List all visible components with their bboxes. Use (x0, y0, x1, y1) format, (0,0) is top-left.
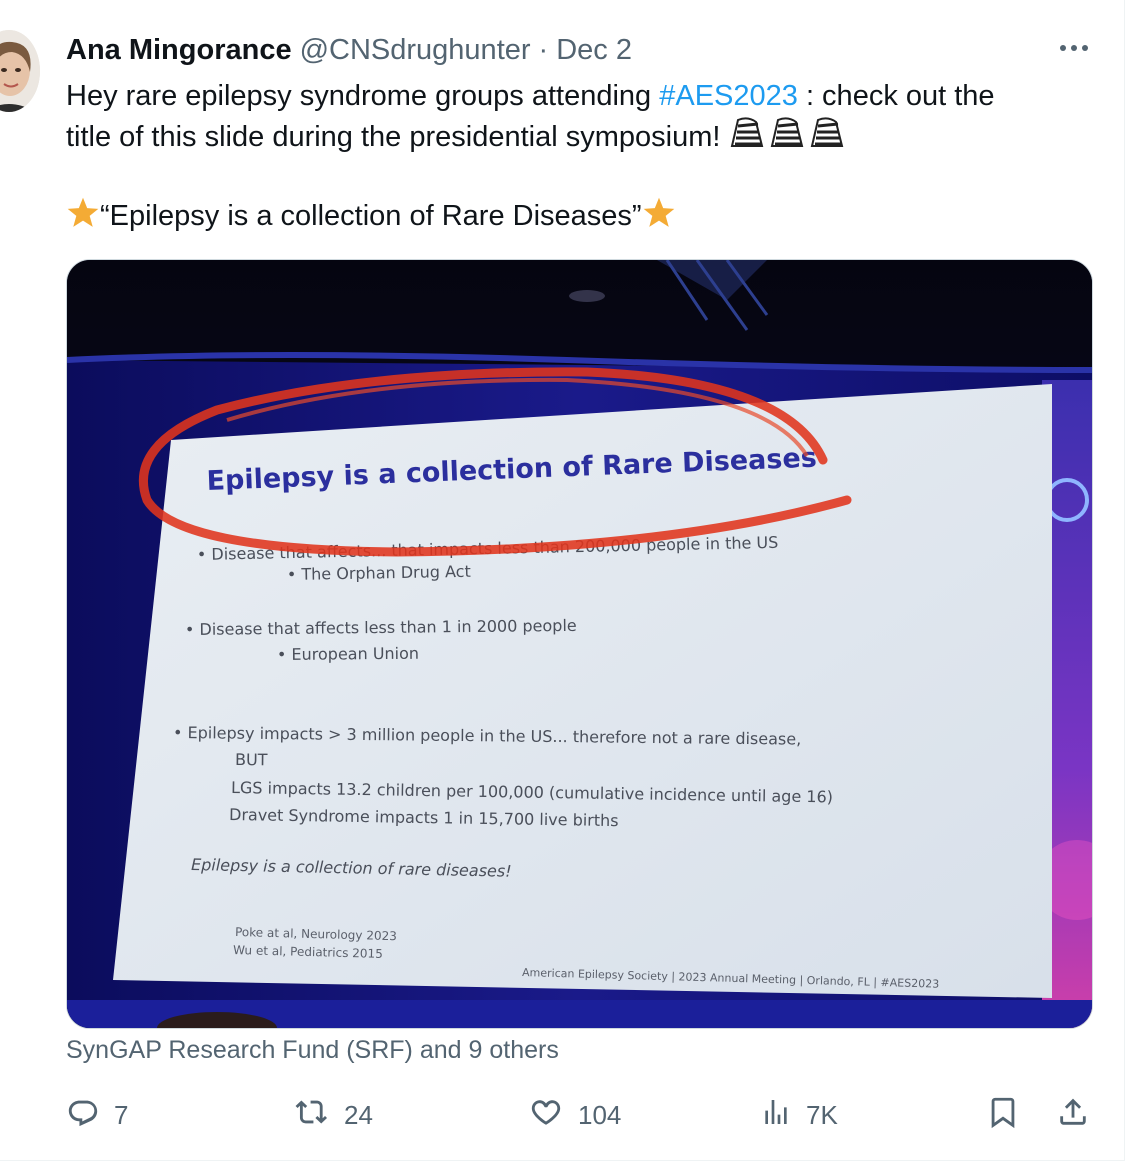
zebra-emoji (728, 116, 846, 161)
share-button[interactable] (1056, 1090, 1090, 1140)
more-icon[interactable] (1052, 32, 1096, 64)
tweet-text: Hey rare epilepsy syndrome groups attend… (66, 76, 1076, 236)
slide-but: BUT (235, 750, 268, 769)
tweet-header: Ana Mingorance @CNSdrughunter · Dec 2 (66, 30, 632, 70)
header-separator: · (538, 33, 549, 66)
repost-icon (294, 1095, 330, 1136)
share-icon (1056, 1095, 1090, 1136)
hashtag-link[interactable]: #AES2023 (659, 80, 798, 112)
tweet-line-2: title of this slide during the president… (66, 116, 1076, 156)
reply-button[interactable]: 7 (66, 1090, 128, 1140)
action-bar: 7 24 104 7K (66, 1090, 1096, 1140)
bookmark-icon (986, 1095, 1020, 1136)
reply-count: 7 (114, 1099, 129, 1130)
views-count: 7K (806, 1099, 838, 1130)
like-icon (528, 1095, 564, 1136)
repost-button[interactable]: 24 (294, 1090, 373, 1140)
tweet-text-part: title of this slide during the president… (66, 121, 729, 153)
tweet-text-part: Hey rare epilepsy syndrome groups attend… (66, 80, 660, 112)
reply-icon (66, 1095, 100, 1136)
star-emoji (66, 197, 100, 240)
bookmark-button[interactable] (986, 1090, 1020, 1140)
repost-count: 24 (344, 1099, 373, 1130)
views-icon (760, 1095, 792, 1136)
tweet-line-quote: “Epilepsy is a collection of Rare Diseas… (66, 196, 1076, 236)
avatar[interactable] (0, 30, 40, 112)
star-emoji (642, 197, 676, 240)
like-button[interactable]: 104 (528, 1090, 621, 1140)
quote-text: “Epilepsy is a collection of Rare Diseas… (100, 200, 642, 232)
tweet-date[interactable]: Dec 2 (556, 34, 632, 67)
tweet-text-part: : check out the (797, 80, 995, 112)
slide-bullet-1-sub: • The Orphan Drug Act (287, 562, 471, 584)
views-button[interactable]: 7K (760, 1090, 838, 1140)
slide-bullet-2-sub: • European Union (277, 644, 419, 664)
author-name[interactable]: Ana Mingorance (66, 34, 292, 67)
tweet-photo[interactable]: Epilepsy is a collection of Rare Disease… (66, 259, 1093, 1029)
liked-by[interactable]: SynGAP Research Fund (SRF) and 9 others (66, 1036, 559, 1065)
tweet-line-1: Hey rare epilepsy syndrome groups attend… (66, 76, 1076, 116)
like-count: 104 (578, 1099, 622, 1130)
tweet-card[interactable]: Ana Mingorance @CNSdrughunter · Dec 2 He… (0, 0, 1125, 1161)
author-handle[interactable]: @CNSdrughunter (300, 34, 531, 67)
